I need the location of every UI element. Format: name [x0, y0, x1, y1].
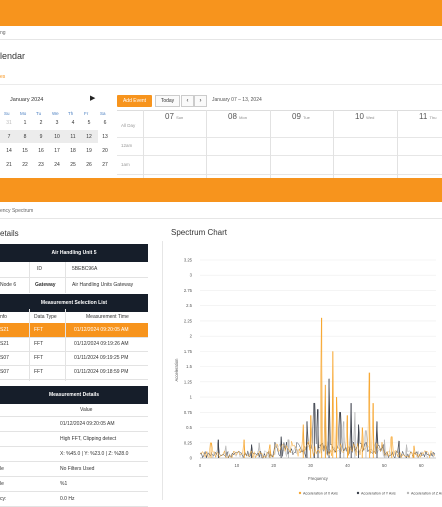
prev-week-button[interactable]: ‹ [181, 95, 194, 107]
top-header-bar [0, 0, 442, 26]
day-name: Wed [366, 115, 375, 120]
day-column-divider [397, 110, 398, 178]
chart-panel [162, 241, 442, 500]
divider [0, 416, 148, 417]
day-header[interactable]: 10 Wed [355, 112, 374, 121]
calendar-day[interactable]: 6 [96, 117, 114, 129]
id-label: ID [37, 266, 42, 272]
id-value: 5BEBC96A [72, 266, 98, 272]
weekday-header: Th [68, 111, 74, 116]
chart-title: Spectrum Chart [171, 228, 228, 237]
time-label: 12am [121, 143, 133, 148]
divider [0, 446, 148, 447]
detail-value: No Filters Used [60, 466, 95, 472]
day-name: Thu [429, 115, 437, 120]
divider [0, 431, 148, 432]
weekday-header: Sa [100, 111, 106, 116]
measurement-details-header: Measurement Details [0, 386, 148, 404]
day-header[interactable]: 11 Thu [419, 112, 436, 121]
weekday-header: Su [4, 111, 10, 116]
day-number: 11 [419, 112, 428, 121]
gateway-label: Gateway [35, 282, 56, 288]
day-name: Sun [176, 115, 184, 120]
divider [0, 491, 148, 492]
divider [0, 461, 148, 462]
table-row-cell[interactable]: FFT [34, 366, 43, 378]
day-number: 08 [228, 112, 237, 121]
gateway-value: Air Handling Units Gateway [72, 282, 134, 288]
day-name: Mon [239, 115, 247, 120]
table-row-cell[interactable]: FFT [34, 352, 43, 364]
day-name: Tue [303, 115, 310, 120]
mini-calendar-month: January 2024 [10, 97, 44, 103]
detail-value: 0.0 Hz [60, 496, 75, 502]
detail-value: 01/12/2024 09:20:05 AM [60, 421, 115, 427]
divider [117, 155, 442, 156]
detail-label: cy: [0, 496, 7, 502]
day-column-divider [333, 110, 334, 178]
calendar-day[interactable]: 27 [96, 159, 114, 171]
table-row-cell[interactable]: 01/12/2024 09:20:05 AM [74, 324, 129, 336]
day-header[interactable]: 08 Mon [228, 112, 247, 121]
day-number: 07 [165, 112, 174, 121]
weekday-header: Tu [36, 111, 42, 116]
day-column-divider [270, 110, 271, 178]
divider [65, 309, 66, 381]
divider [29, 262, 30, 293]
page-title: lendar [0, 51, 26, 61]
table-row-cell[interactable]: S21 [0, 324, 9, 336]
col-time-header: Measurement Time [86, 314, 129, 320]
table-row-cell[interactable]: S07 [0, 366, 9, 378]
col-info-header: nfo [0, 314, 7, 320]
day-column-divider [206, 110, 207, 178]
breadcrumb[interactable]: ency Spectrum [0, 202, 442, 219]
unit-header: Air Handling Unit 5 [0, 244, 148, 262]
detail-value: %1 [60, 481, 68, 487]
day-column-divider [143, 110, 144, 178]
divider [29, 309, 30, 381]
detail-value: High FFT, Clipping detect [60, 436, 117, 442]
next-week-button[interactable]: › [194, 95, 207, 107]
table-row-cell[interactable]: 01/11/2024 09:19:25 PM [74, 352, 128, 364]
calendar-day[interactable]: 13 [96, 131, 114, 143]
details-title: etails [0, 229, 19, 238]
mini-calendar-next-icon[interactable]: ▶ [90, 94, 95, 102]
col-type-header: Data Type [34, 314, 57, 320]
detail-label: le [0, 466, 4, 472]
divider [0, 277, 148, 278]
detail-label: le [0, 481, 4, 487]
node-value: Node 6 [0, 282, 17, 288]
table-row-cell[interactable]: 01/12/2024 09:19:26 AM [74, 338, 129, 350]
table-row-cell[interactable]: FFT [34, 324, 43, 336]
weekday-header: Mo [20, 111, 27, 116]
day-header[interactable]: 07 Sun [165, 112, 183, 121]
breadcrumb[interactable]: ng [0, 26, 442, 40]
add-event-button[interactable]: Add Event [117, 95, 152, 107]
day-header[interactable]: 09 Tue [292, 112, 310, 121]
table-row-cell[interactable]: S21 [0, 338, 9, 350]
day-number: 09 [292, 112, 301, 121]
divider [117, 137, 442, 138]
selection-list-header: Measurement Selection List [0, 294, 148, 312]
divider [117, 174, 442, 175]
time-label: 1am [121, 162, 130, 167]
all-day-label: All Day [121, 123, 136, 128]
weekday-header: We [52, 111, 59, 116]
calendar-day[interactable]: 20 [96, 145, 114, 157]
weekday-header: Fr [84, 111, 89, 116]
divider [65, 262, 66, 293]
calendar-subtitle-link[interactable]: es [0, 74, 5, 80]
divider [0, 84, 442, 85]
detail-value: X: %45.0 | Y: %23.0 | Z: %28.0 [60, 451, 129, 457]
value-header: Value [80, 407, 93, 413]
today-button[interactable]: Today [155, 95, 180, 107]
divider [0, 379, 148, 380]
section-header-bar [0, 178, 442, 202]
table-row-cell[interactable]: FFT [34, 338, 43, 350]
date-range-label: January 07 – 13, 2024 [212, 97, 262, 103]
table-row-cell[interactable]: 01/11/2024 09:18:59 PM [74, 366, 128, 378]
divider [0, 476, 148, 477]
day-number: 10 [355, 112, 364, 121]
table-row-cell[interactable]: S07 [0, 352, 9, 364]
